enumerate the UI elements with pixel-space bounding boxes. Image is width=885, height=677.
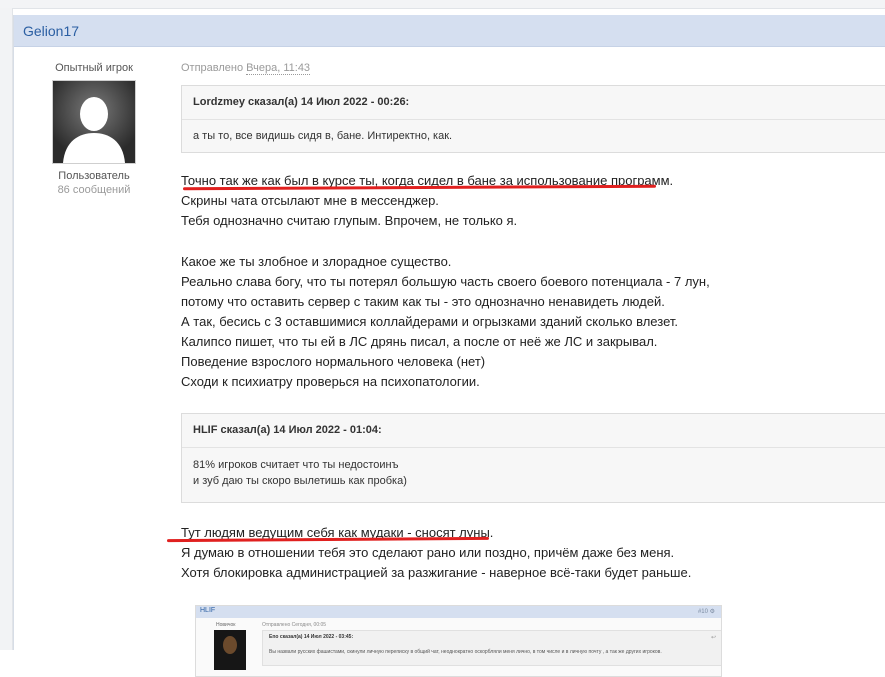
embedded-post-meta: Отправлено Сегодня, 00:05 <box>262 622 327 628</box>
quote-body: 81% игроков считает что ты недостоинъ и … <box>182 448 885 498</box>
post-text-line: Хотя блокировка администрацией за разжиг… <box>181 565 692 580</box>
embedded-header-right: #10 ⚙ <box>697 609 715 615</box>
embedded-quote-header: Eno сказал(а) 14 Июл 2022 - 03:45: <box>269 634 354 640</box>
avatar[interactable] <box>52 80 136 164</box>
post-text-line: Я думаю в отношении тебя это сделают ран… <box>181 545 675 560</box>
author-group: Пользователь <box>58 170 130 182</box>
embedded-avatar-face <box>223 636 237 654</box>
post-text-line: Сходи к психиатру проверься на психопато… <box>181 374 480 389</box>
top-bar <box>0 0 885 9</box>
post-text-line: Какое же ты злобное и злорадное существо… <box>181 254 452 269</box>
quote-body-line: и зуб даю ты скоро вылетишь как пробка) <box>193 475 407 487</box>
post-text-line: потому что оставить сервер с таким как т… <box>181 294 665 309</box>
embedded-quote: Eno сказал(а) 14 Июл 2022 - 03:45: ↩ Вы … <box>262 630 721 666</box>
quote-block: Lordzmey сказал(а) 14 Июл 2022 - 00:26: … <box>181 85 885 153</box>
author-post-count: 86 сообщений <box>57 184 131 196</box>
embedded-avatar <box>214 630 246 670</box>
author-rank: Опытный игрок <box>55 62 133 74</box>
quote-body-line: 81% игроков считает что ты недостоинъ <box>193 459 399 471</box>
post-text-line: Поведение взрослого нормального человека… <box>181 354 486 369</box>
reply-icon: ↩ <box>710 635 716 641</box>
post-author-link[interactable]: Gelion17 <box>23 23 79 39</box>
quote-header: Lordzmey сказал(а) 14 Июл 2022 - 00:26: <box>182 86 885 120</box>
quote-body: а ты то, все видишь сидя в, бане. Интире… <box>193 130 453 142</box>
quote-header: HLIF сказал(а) 14 Июл 2022 - 01:04: <box>182 414 885 448</box>
post-meta-prefix: Отправлено <box>181 62 244 74</box>
post-date-link[interactable]: Вчера, 11:43 <box>246 62 311 75</box>
embedded-author-group: Новичок <box>216 622 236 628</box>
user-silhouette-icon <box>53 81 135 163</box>
embedded-screenshot[interactable]: HLIF #10 ⚙ Новичок Отправлено Сегодня, 0… <box>195 605 722 677</box>
post-text-line: Тебя однозначно считаю глупым. Впрочем, … <box>181 213 518 228</box>
embedded-post-header: HLIF #10 ⚙ <box>196 606 721 618</box>
post-text-line: Калипсо пишет, что ты ей в ЛС дрянь писа… <box>181 334 658 349</box>
post-text-line: А так, бесись с 3 оставшимися коллайдера… <box>181 314 678 329</box>
post-meta: Отправлено Вчера, 11:43 <box>181 62 311 75</box>
post-text-line: Скрины чата отсылают мне в мессенджер. <box>181 193 439 208</box>
forum-post: Gelion17 Опытный игрок Пользователь 86 с… <box>13 15 885 677</box>
post-header: Gelion17 <box>14 15 885 47</box>
post-text-line: Реально слава богу, что ты потерял больш… <box>181 274 710 289</box>
quote-block: HLIF сказал(а) 14 Июл 2022 - 01:04: 81% … <box>181 413 885 503</box>
author-info: Опытный игрок Пользователь 86 сообщений <box>14 46 174 650</box>
embedded-author-name: HLIF <box>200 607 216 614</box>
post-content: Отправлено Вчера, 11:43 Lordzmey сказал(… <box>166 46 885 677</box>
left-gutter <box>0 8 13 650</box>
